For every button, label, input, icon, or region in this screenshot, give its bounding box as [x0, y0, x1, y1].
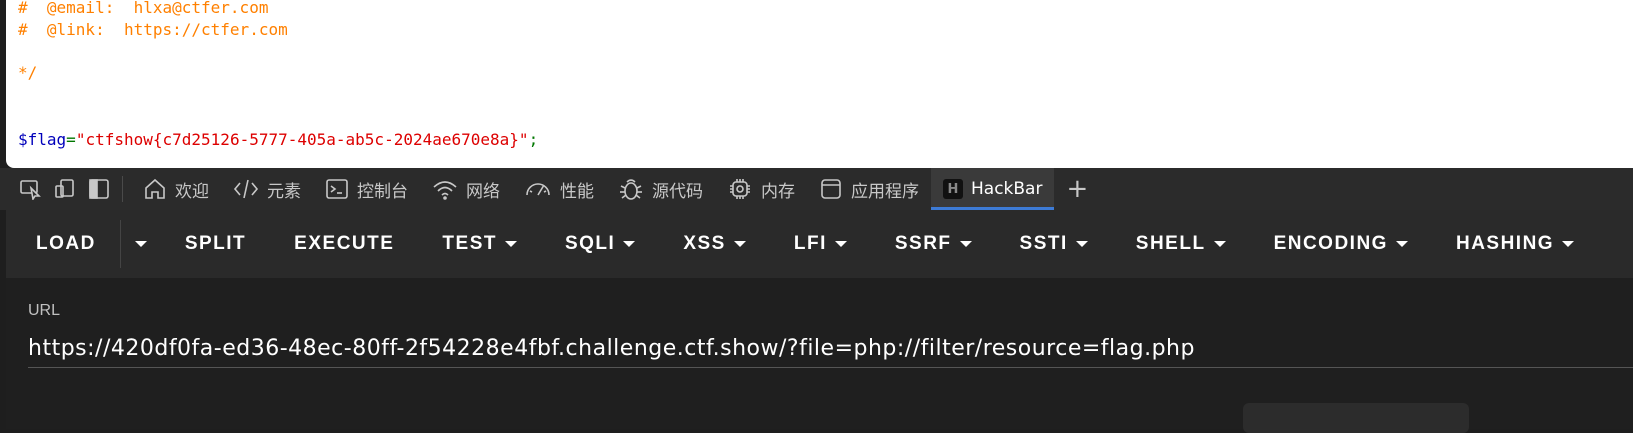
button-label: SQLI: [564, 233, 616, 254]
flag-semicolon: ;: [528, 130, 539, 149]
flag-value: "ctfshow{c7d25126-5777-405a-ab5c-2024ae6…: [75, 130, 529, 149]
tab-label: 元素: [267, 181, 301, 202]
tab-label: 内存: [761, 181, 795, 202]
button-label: TEST: [442, 233, 497, 254]
tab-memory[interactable]: 内存: [715, 168, 807, 210]
url-panel: URL: [6, 278, 1633, 433]
chevron-down-icon: [504, 241, 517, 247]
ssti-menu-button[interactable]: SSTI: [996, 210, 1112, 278]
wifi-icon: [433, 181, 457, 200]
execute-button[interactable]: EXECUTE: [270, 210, 418, 278]
tab-sources[interactable]: 源代码: [606, 168, 715, 210]
button-label: SPLIT: [184, 233, 247, 254]
tab-label: HackBar: [971, 179, 1043, 199]
chevron-down-icon: [1075, 241, 1088, 247]
split-button[interactable]: SPLIT: [161, 210, 270, 278]
tab-label: 网络: [466, 181, 500, 202]
tab-label: 源代码: [652, 181, 703, 202]
load-dropdown-button[interactable]: [121, 210, 161, 278]
button-label: ENCODING: [1273, 233, 1388, 254]
tab-label: 性能: [560, 181, 594, 202]
tab-label: 控制台: [357, 181, 408, 202]
tabbar-divider: [122, 176, 123, 202]
home-icon: [145, 178, 165, 199]
code-line-email: # @email: hlxa@ctfer.com: [18, 0, 269, 17]
button-label: SSRF: [894, 233, 952, 254]
tab-elements[interactable]: 元素: [221, 168, 313, 210]
chevron-down-icon: [959, 241, 972, 247]
chevron-down-icon: [623, 241, 636, 247]
page-source-view: # @email: hlxa@ctfer.com # @link: https:…: [6, 0, 1633, 168]
bug-icon: [620, 179, 642, 200]
url-label: URL: [28, 302, 61, 319]
hackbar-toolbar: LOAD SPLIT EXECUTE TEST SQLI XSS LFI SSR…: [6, 210, 1633, 278]
chevron-down-icon: [733, 241, 746, 247]
inspect-element-icon[interactable]: [14, 168, 48, 210]
chevron-down-icon: [834, 241, 847, 247]
test-menu-button[interactable]: TEST: [418, 210, 541, 278]
toggle-sidebar-icon[interactable]: [82, 168, 116, 210]
gauge-icon: [526, 183, 550, 196]
encoding-menu-button[interactable]: ENCODING: [1250, 210, 1432, 278]
add-tab-icon[interactable]: +: [1054, 168, 1100, 210]
flag-operator: =: [66, 130, 76, 149]
tab-performance[interactable]: 性能: [512, 168, 606, 210]
code-line-flag: $flag="ctfshow{c7d25126-5777-405a-ab5c-2…: [18, 129, 538, 151]
app-icon: [821, 179, 841, 199]
code-line-comment-end: */: [18, 63, 38, 82]
lfi-menu-button[interactable]: LFI: [770, 210, 871, 278]
tab-application[interactable]: 应用程序: [807, 168, 931, 210]
url-input[interactable]: [28, 330, 1633, 368]
code-icon: [233, 179, 259, 199]
xss-menu-button[interactable]: XSS: [659, 210, 770, 278]
tab-network[interactable]: 网络: [420, 168, 512, 210]
console-icon: [326, 179, 348, 199]
tab-welcome[interactable]: 欢迎: [131, 168, 221, 210]
chip-icon: [730, 179, 750, 199]
button-label: XSS: [683, 233, 726, 254]
tab-console[interactable]: 控制台: [313, 168, 420, 210]
tab-hackbar[interactable]: H HackBar: [931, 168, 1055, 210]
chevron-down-icon: [1213, 241, 1226, 247]
button-label: LFI: [793, 233, 827, 254]
flag-variable: $flag: [18, 130, 67, 149]
sqli-menu-button[interactable]: SQLI: [541, 210, 659, 278]
hackbar-logo-icon: H: [943, 179, 963, 199]
button-label: HASHING: [1455, 233, 1555, 254]
ssrf-menu-button[interactable]: SSRF: [871, 210, 996, 278]
code-line-link: # @link: https://ctfer.com: [18, 20, 288, 39]
hashing-menu-button[interactable]: HASHING: [1432, 210, 1598, 278]
device-emulation-icon[interactable]: [48, 168, 82, 210]
chevron-down-icon: [1562, 241, 1575, 247]
shell-menu-button[interactable]: SHELL: [1112, 210, 1250, 278]
button-label: SHELL: [1135, 233, 1206, 254]
tab-label: 欢迎: [175, 181, 209, 202]
devtools-tabbar: 欢迎 元素 控制台 网络 性能 源代码 内存 应用程序 H HackBar +: [0, 168, 1633, 210]
button-label: SSTI: [1019, 233, 1068, 254]
chevron-down-icon: [1395, 241, 1408, 247]
chevron-down-icon: [134, 241, 147, 247]
load-button[interactable]: LOAD: [6, 210, 120, 278]
button-label: EXECUTE: [294, 233, 395, 254]
tab-label: 应用程序: [851, 181, 919, 202]
